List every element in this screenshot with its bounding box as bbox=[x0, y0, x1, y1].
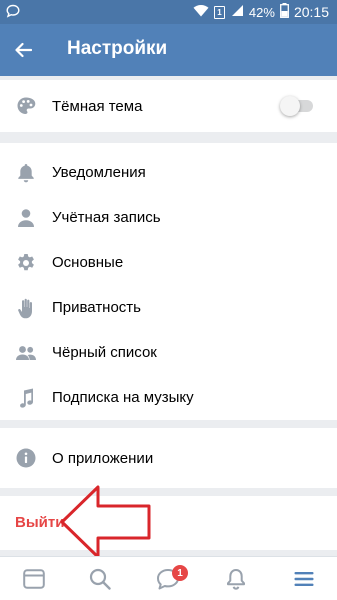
menu-icon bbox=[294, 572, 314, 586]
logout-button[interactable]: Выйти bbox=[15, 514, 64, 531]
settings-item-general[interactable]: Основные bbox=[0, 240, 337, 285]
palette-icon bbox=[15, 95, 37, 117]
header-bar: Настройки bbox=[0, 24, 337, 76]
settings-item-label: О приложении bbox=[52, 449, 154, 467]
settings-item-privacy[interactable]: Приватность bbox=[0, 285, 337, 330]
dark-theme-label: Тёмная тема bbox=[52, 97, 143, 115]
chat-bubble-icon bbox=[6, 4, 20, 18]
arrow-left-icon bbox=[15, 42, 32, 58]
settings-item-label: Приватность bbox=[52, 299, 141, 316]
wifi-icon bbox=[193, 4, 209, 20]
info-icon bbox=[15, 447, 37, 469]
person-icon bbox=[15, 207, 37, 229]
page-title: Настройки bbox=[67, 38, 168, 59]
people-icon bbox=[15, 342, 37, 364]
bottom-nav: 1 bbox=[0, 556, 337, 600]
status-bar: 1 42% 20:15 bbox=[0, 0, 337, 24]
nav-notifications[interactable] bbox=[222, 565, 250, 593]
search-icon bbox=[89, 568, 111, 590]
logout-section: Выйти bbox=[0, 496, 337, 550]
about-section: О приложении bbox=[0, 428, 337, 488]
settings-item-blacklist[interactable]: Чёрный список bbox=[0, 330, 337, 375]
music-note-icon bbox=[15, 387, 37, 409]
notifications-icon bbox=[227, 569, 245, 590]
dark-theme-toggle[interactable] bbox=[280, 96, 313, 116]
settings-item-notifications[interactable]: Уведомления bbox=[0, 150, 337, 195]
settings-item-label: Учётная запись bbox=[52, 209, 161, 226]
toggle-knob bbox=[280, 96, 300, 116]
settings-item-dark-theme[interactable]: Тёмная тема bbox=[0, 80, 337, 132]
sim-1-icon: 1 bbox=[213, 5, 225, 19]
theme-section: Тёмная тема bbox=[0, 80, 337, 132]
settings-item-music-subscription[interactable]: Подписка на музыку bbox=[0, 375, 337, 420]
settings-item-account[interactable]: Учётная запись bbox=[0, 195, 337, 240]
messages-badge: 1 bbox=[172, 565, 188, 581]
settings-item-label: Подписка на музыку bbox=[52, 389, 194, 406]
nav-search[interactable] bbox=[86, 565, 114, 593]
settings-list: Уведомления Учётная запись Основные Прив… bbox=[0, 143, 337, 420]
nav-news[interactable] bbox=[20, 565, 48, 593]
gear-icon bbox=[15, 252, 37, 274]
settings-item-label: Чёрный список bbox=[52, 344, 157, 361]
settings-item-about[interactable]: О приложении bbox=[0, 428, 337, 488]
bell-icon bbox=[15, 162, 37, 184]
nav-menu[interactable] bbox=[290, 565, 318, 593]
battery-percent: 42% bbox=[248, 4, 275, 20]
battery-icon bbox=[280, 3, 289, 21]
settings-item-label: Основные bbox=[52, 254, 124, 271]
hand-icon bbox=[15, 297, 37, 319]
clock: 20:15 bbox=[293, 4, 329, 20]
back-button[interactable] bbox=[10, 37, 36, 63]
settings-item-label: Уведомления bbox=[52, 164, 146, 181]
signal-icon bbox=[230, 4, 244, 20]
news-icon bbox=[23, 569, 45, 589]
annotation-arrow-icon bbox=[60, 485, 151, 559]
